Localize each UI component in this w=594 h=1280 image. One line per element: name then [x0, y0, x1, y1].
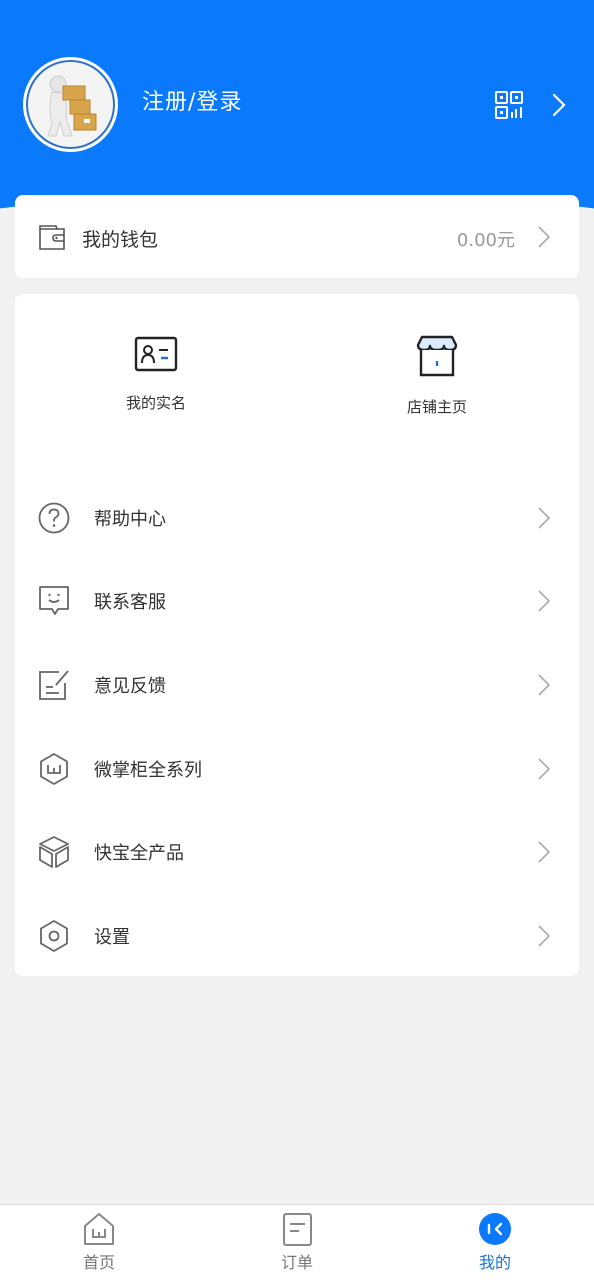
menu-item-label: 意见反馈	[94, 676, 166, 697]
grid-label: 店铺主页	[406, 398, 467, 416]
menu-item-label: 联系客服	[94, 592, 166, 613]
chat-smile-icon	[39, 586, 69, 615]
menu-item-customer-service[interactable]: 联系客服	[15, 570, 579, 630]
menu-item-feedback[interactable]: 意见反馈	[15, 654, 579, 714]
menu-item-label: 快宝全产品	[94, 843, 184, 864]
menu-card: 我的实名 店铺主页 帮助中心 联系客服 意见反馈 微掌柜全系列 快宝全产品 设置	[15, 294, 579, 976]
login-register-link[interactable]: 注册/登录	[142, 84, 242, 116]
profile-icon	[479, 1213, 511, 1245]
tab-label: 我的	[478, 1253, 511, 1272]
feedback-edit-icon	[39, 670, 69, 700]
menu-item-settings[interactable]: 设置	[15, 905, 579, 965]
chevron-right-icon[interactable]	[550, 92, 568, 118]
cube-icon	[39, 836, 69, 868]
chevron-right-icon	[538, 674, 551, 696]
tab-mine[interactable]: 我的	[435, 1205, 555, 1280]
chevron-right-icon	[538, 925, 551, 947]
menu-item-label: 设置	[94, 927, 130, 948]
menu-item-label: 微掌柜全系列	[94, 760, 202, 781]
wallet-label: 我的钱包	[82, 229, 159, 251]
tab-home[interactable]: 首页	[39, 1205, 159, 1280]
help-circle-icon	[38, 502, 70, 534]
tab-label: 首页	[82, 1253, 115, 1272]
order-doc-icon	[283, 1213, 312, 1246]
chevron-right-icon	[538, 507, 551, 529]
chevron-right-icon	[538, 758, 551, 780]
grid-label: 我的实名	[125, 394, 186, 412]
menu-item-weizhanggui-series[interactable]: 微掌柜全系列	[15, 738, 579, 798]
chevron-right-icon	[538, 590, 551, 612]
grid-item-realname[interactable]: 我的实名	[86, 334, 226, 413]
settings-hexagon-icon	[40, 920, 68, 952]
qr-code-icon[interactable]	[494, 90, 524, 120]
grid-item-shop-home[interactable]: 店铺主页	[367, 334, 507, 417]
chevron-right-icon	[538, 226, 551, 248]
home-icon	[84, 1213, 114, 1245]
bottom-tab-bar: 首页 订单 我的	[0, 1204, 594, 1280]
wallet-balance: 0.00元	[456, 230, 515, 251]
hexagon-w-icon	[40, 753, 68, 785]
chevron-right-icon	[538, 841, 551, 863]
storefront-icon	[416, 335, 458, 377]
wallet-icon	[39, 225, 65, 250]
menu-item-help-center[interactable]: 帮助中心	[15, 487, 579, 547]
menu-item-label: 帮助中心	[94, 509, 166, 530]
avatar[interactable]	[23, 57, 118, 152]
tab-orders[interactable]: 订单	[237, 1205, 357, 1280]
avatar-image	[26, 60, 115, 149]
tab-label: 订单	[280, 1253, 313, 1272]
wallet-card[interactable]: 我的钱包 0.00元	[15, 195, 579, 278]
id-card-icon	[134, 336, 178, 372]
menu-item-kuaibao-products[interactable]: 快宝全产品	[15, 821, 579, 881]
